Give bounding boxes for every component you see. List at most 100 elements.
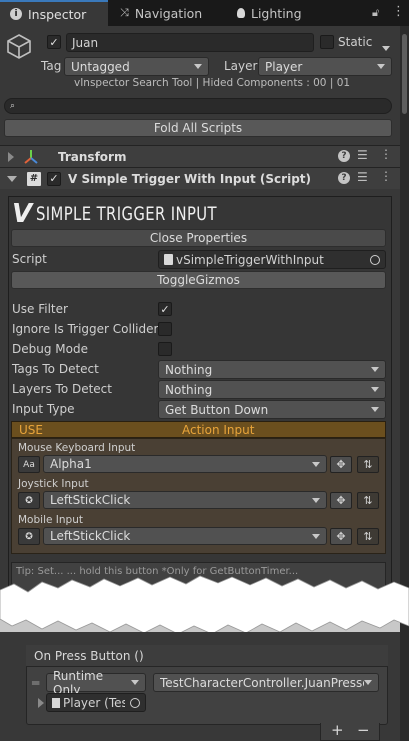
chevron-down-icon: [312, 461, 320, 467]
debug-mode-label: Debug Mode: [12, 342, 88, 356]
info-icon: i: [10, 8, 22, 20]
tag-label: Tag: [41, 59, 62, 73]
tab-label: Navigation: [134, 5, 203, 21]
tab-lighting[interactable]: Lighting: [227, 0, 312, 26]
event-function-dropdown[interactable]: TestCharacterController.JuanPressec: [153, 673, 379, 692]
component-menu-icon[interactable]: ⋮: [380, 147, 392, 161]
object-name-field[interactable]: Juan: [66, 33, 314, 52]
switch-icon[interactable]: ⇅: [357, 492, 379, 509]
scroll-thumb[interactable]: [402, 34, 407, 114]
ignore-trigger-colliders-checkbox[interactable]: [158, 322, 172, 336]
remove-listener-button[interactable]: −: [357, 721, 370, 739]
active-checkbox[interactable]: ✓: [47, 35, 61, 49]
use-label: USE: [19, 423, 43, 437]
transform-axes-icon: [23, 149, 39, 165]
help-icon[interactable]: ?: [338, 150, 350, 162]
script-file-icon: [164, 254, 173, 265]
drag-handle-icon[interactable]: ═: [32, 676, 39, 690]
component-enabled-checkbox[interactable]: ✓: [47, 171, 61, 186]
layer-label: Layer: [224, 59, 258, 73]
object-picker-icon[interactable]: [130, 697, 140, 708]
move-arrows-icon[interactable]: ✥: [330, 492, 352, 509]
event-title: On Press Button (): [34, 649, 144, 663]
search-icon: ⌕: [10, 101, 16, 111]
help-icon[interactable]: ?: [338, 172, 350, 184]
event-header: On Press Button (): [26, 645, 388, 667]
component-search-input[interactable]: ⌕: [4, 98, 392, 114]
preset-sliders-icon[interactable]: ☰: [357, 170, 368, 184]
static-dropdown-caret[interactable]: [382, 40, 390, 54]
tab-bar: i Inspector ⤨ Navigation Lighting 🔓︎ ⋮: [0, 0, 409, 26]
joystick-input-dropdown[interactable]: LeftStickClick: [43, 491, 327, 509]
tab-inspector[interactable]: i Inspector: [0, 0, 108, 26]
event-target-object-field[interactable]: Player (Test: [46, 693, 146, 712]
transform-component-header[interactable]: Transform ? ☰ ⋮: [0, 145, 400, 167]
gamepad-icon: ✪: [18, 528, 40, 545]
joystick-input-label: Joystick Input: [18, 478, 89, 490]
chevron-down-icon: [371, 367, 379, 372]
static-label: Static: [338, 35, 373, 49]
banner-v-logo: V: [12, 199, 32, 229]
more-menu-icon[interactable]: ⋮: [392, 4, 405, 19]
lightbulb-icon: [237, 8, 245, 18]
tab-navigation[interactable]: ⤨ Navigation: [110, 0, 212, 26]
close-properties-button[interactable]: Close Properties: [11, 229, 386, 247]
event-add-remove-bar: + −: [320, 721, 380, 741]
tab-label: Lighting: [251, 5, 302, 21]
trigger-component-header[interactable]: # ✓ V Simple Trigger With Input (Script)…: [0, 167, 400, 189]
action-input-label: Action Input: [182, 423, 255, 437]
mouse-keyboard-input-label: Mouse Keyboard Input: [18, 442, 136, 454]
mobile-input-dropdown[interactable]: LeftStickClick: [43, 527, 327, 545]
tab-label: Inspector: [28, 6, 87, 22]
script-object-field[interactable]: vSimpleTriggerWithInput: [158, 250, 386, 269]
tags-to-detect-dropdown[interactable]: Nothing: [158, 360, 386, 379]
runtime-mode-dropdown[interactable]: Runtime Only: [46, 669, 146, 697]
mobile-input-label: Mobile Input: [18, 514, 83, 526]
chevron-down-icon: [131, 680, 139, 685]
layers-to-detect-dropdown[interactable]: Nothing: [158, 380, 386, 399]
switch-icon[interactable]: ⇅: [357, 456, 379, 473]
layers-value: Nothing: [165, 382, 213, 397]
tag-dropdown[interactable]: Untagged: [64, 57, 209, 76]
keyboard-input-icon: Aa: [18, 456, 40, 473]
input-type-dropdown[interactable]: Get Button Down: [158, 400, 386, 419]
navigation-icon: ⤨: [120, 6, 129, 19]
mouse-keyboard-input-dropdown[interactable]: Alpha1: [43, 455, 327, 473]
object-picker-icon[interactable]: [370, 254, 380, 265]
transform-title: Transform: [58, 149, 127, 164]
trigger-title: V Simple Trigger With Input (Script): [68, 171, 311, 186]
component-banner: V SIMPLE TRIGGER INPUT: [12, 199, 392, 229]
layers-to-detect-label: Layers To Detect: [12, 382, 112, 396]
input-type-label: Input Type: [12, 402, 75, 416]
expand-arrow-icon[interactable]: [38, 698, 44, 708]
ignore-trigger-colliders-label: Ignore Is Trigger Colliders: [12, 322, 165, 336]
script-file-icon: [52, 697, 60, 708]
tag-value: Untagged: [71, 59, 130, 74]
fold-all-scripts-button[interactable]: Fold All Scripts: [4, 119, 392, 137]
use-filter-checkbox[interactable]: ✓: [158, 302, 172, 316]
preset-sliders-icon[interactable]: ☰: [357, 148, 368, 162]
chevron-down-icon: [371, 407, 379, 412]
component-menu-icon[interactable]: ⋮: [380, 169, 392, 183]
target-value: Player (Test: [63, 695, 125, 710]
static-checkbox[interactable]: [320, 35, 334, 49]
move-arrows-icon[interactable]: ✥: [330, 528, 352, 545]
add-listener-button[interactable]: +: [331, 721, 344, 739]
chevron-down-icon: [371, 387, 379, 392]
lock-icon[interactable]: 🔓︎: [372, 6, 379, 20]
banner-title: SIMPLE TRIGGER INPUT: [36, 203, 218, 225]
debug-mode-checkbox[interactable]: [158, 342, 172, 356]
layer-dropdown[interactable]: Player: [258, 57, 392, 76]
toggle-gizmos-button[interactable]: ToggleGizmos: [11, 271, 386, 289]
mouse-keyboard-input-value: Alpha1: [50, 457, 92, 471]
joystick-input-value: LeftStickClick: [50, 493, 131, 507]
chevron-down-icon: [377, 64, 385, 69]
input-type-value: Get Button Down: [165, 402, 269, 417]
move-arrows-icon[interactable]: ✥: [330, 456, 352, 473]
switch-icon[interactable]: ⇅: [357, 528, 379, 545]
collapse-arrow-icon[interactable]: [7, 175, 17, 182]
script-label: Script: [12, 252, 47, 266]
layer-value: Player: [265, 59, 303, 74]
function-value: TestCharacterController.JuanPressec: [160, 675, 364, 690]
expand-arrow-icon[interactable]: [8, 151, 14, 162]
